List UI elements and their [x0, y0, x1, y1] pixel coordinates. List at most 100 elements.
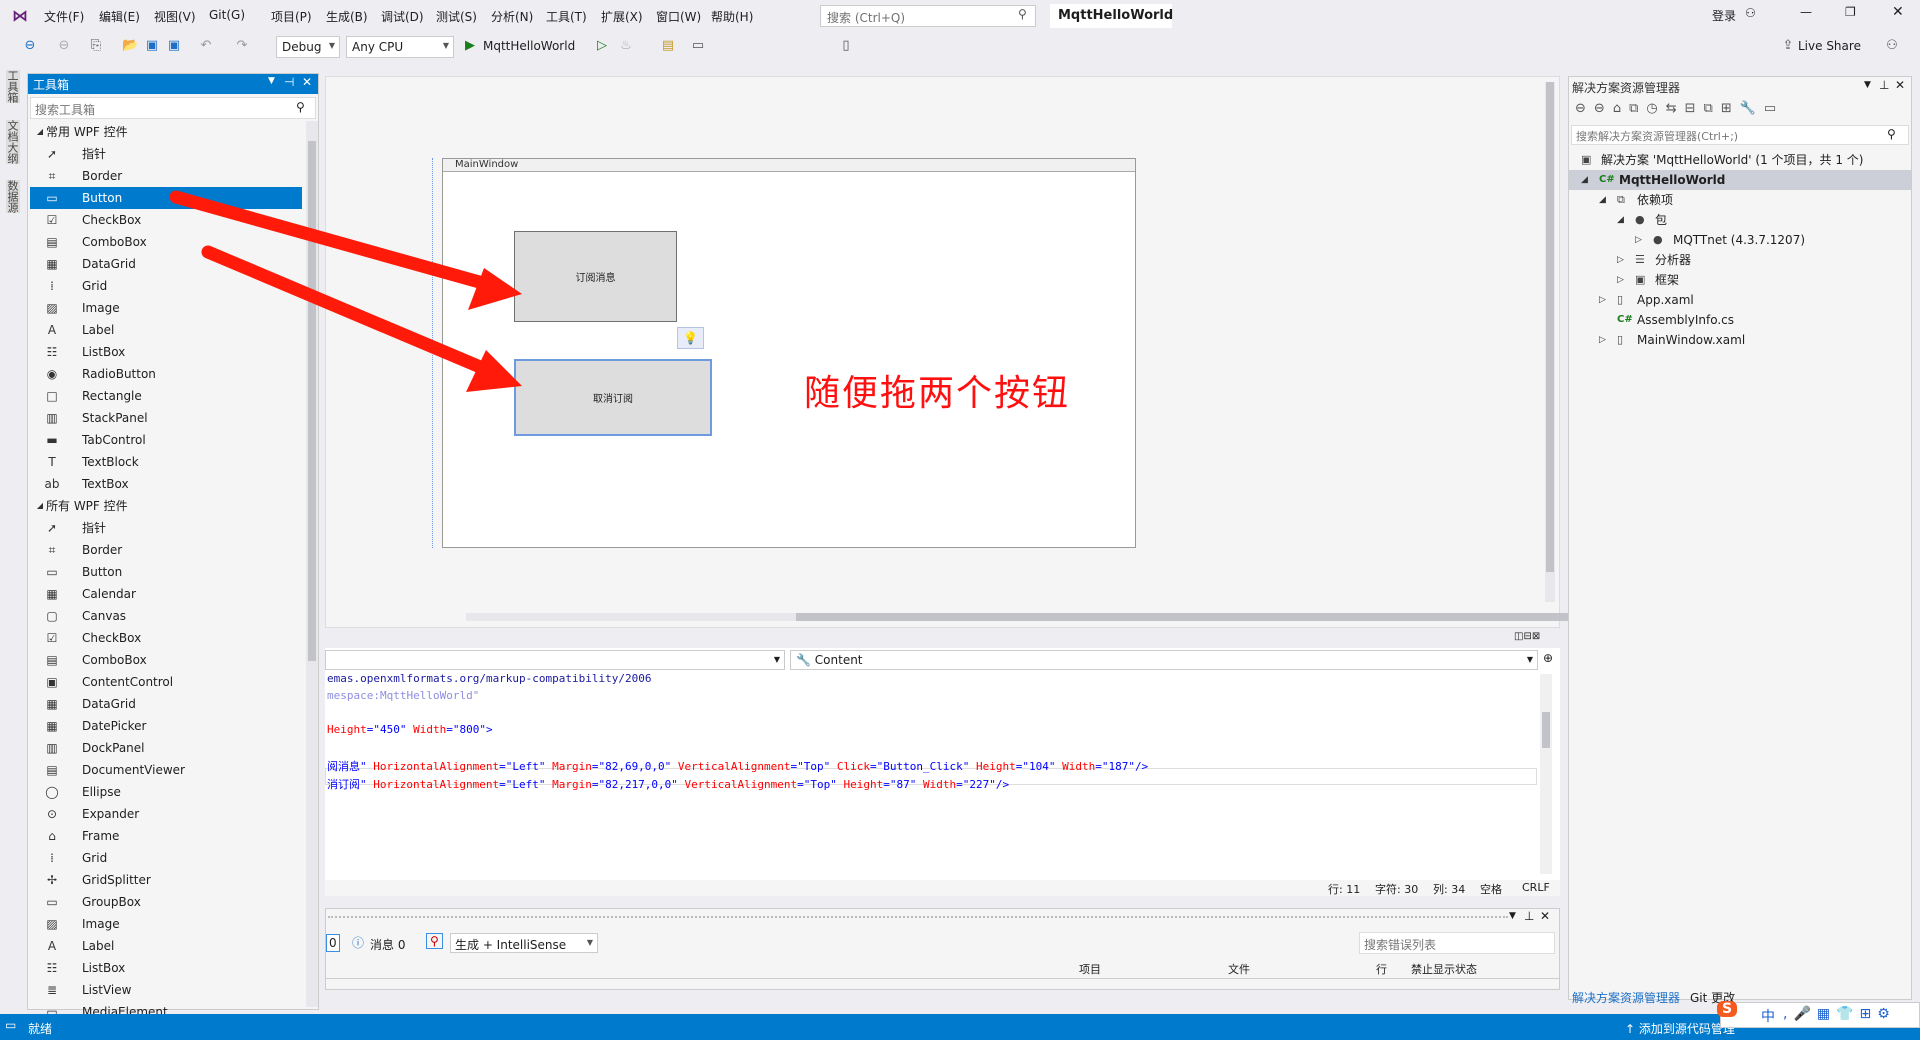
- scrollbar-thumb[interactable]: [796, 613, 1656, 621]
- scrollbar-thumb[interactable]: [1546, 82, 1554, 572]
- run-icon[interactable]: ▶: [462, 38, 478, 54]
- layout-icon[interactable]: ▭: [690, 38, 706, 54]
- toolbox-item-rectangle[interactable]: □ Rectangle: [30, 385, 302, 407]
- toolbox-item-button[interactable]: ▭ Button: [30, 187, 302, 209]
- code-vertical-scrollbar[interactable]: [1540, 674, 1552, 874]
- expand-arrow-icon[interactable]: ▷: [1617, 270, 1624, 290]
- solution-search-input[interactable]: 搜索解决方案资源管理器(Ctrl+;): [1571, 125, 1909, 145]
- menu-item-3[interactable]: Git(G): [209, 8, 245, 22]
- toolbox-item-tabcontrol[interactable]: ▬ TabControl: [30, 429, 302, 451]
- expand-arrow-icon[interactable]: ▷: [1599, 290, 1606, 310]
- code-line[interactable]: 消订阅" HorizontalAlignment="Left" Margin="…: [327, 776, 1009, 792]
- login-link[interactable]: 登录: [1712, 7, 1736, 24]
- split-view-icons[interactable]: ◫⊟⊠: [1514, 631, 1540, 642]
- toolbox-item-documentviewer[interactable]: ▤ DocumentViewer: [30, 759, 302, 781]
- toolbox-search-input[interactable]: 搜索工具箱: [30, 97, 316, 119]
- toolbox-item-label[interactable]: A Label: [30, 319, 302, 341]
- back-icon[interactable]: ⊖: [1575, 101, 1594, 116]
- properties-icon[interactable]: 🔧: [1740, 101, 1764, 116]
- expand-arrow-icon[interactable]: ▷: [1599, 330, 1606, 350]
- tree-item[interactable]: ◢ C# MqttHelloWorld: [1569, 170, 1911, 190]
- toolbox-item-datepicker[interactable]: ▦ DatePicker: [30, 715, 302, 737]
- pending-changes-icon[interactable]: ◷: [1646, 101, 1665, 116]
- tab-document-outline[interactable]: 文档大纲: [6, 120, 20, 164]
- menu-item-11[interactable]: 窗口(W): [656, 8, 701, 25]
- filter-icon[interactable]: ⚲: [426, 933, 443, 949]
- tree-item[interactable]: ▷ ☰ 分析器: [1569, 250, 1911, 270]
- tree-item[interactable]: ▷ ● MQTTnet (4.3.7.1207): [1569, 230, 1911, 250]
- new-project-icon[interactable]: ⎘: [88, 38, 104, 54]
- panel-grip[interactable]: [328, 916, 1508, 918]
- expand-arrow-icon[interactable]: ▷: [1635, 230, 1642, 250]
- feedback-icon[interactable]: ⚇: [1884, 38, 1900, 54]
- toolbox-item-border[interactable]: ⌗ Border: [30, 539, 302, 561]
- toolbox-item-contentcontrol[interactable]: ▣ ContentControl: [30, 671, 302, 693]
- errors-filter[interactable]: 0: [326, 934, 340, 952]
- scrollbar-thumb[interactable]: [308, 141, 316, 661]
- undo-icon[interactable]: ↶: [198, 38, 214, 54]
- menu-item-4[interactable]: 项目(P): [271, 8, 312, 25]
- expand-arrow-icon[interactable]: ◢: [1617, 210, 1624, 230]
- close-icon[interactable]: ✕: [1540, 909, 1550, 923]
- configuration-select[interactable]: Debug ▼: [276, 36, 340, 58]
- dropdown-icon[interactable]: ▼: [1509, 911, 1516, 921]
- menu-item-5[interactable]: 生成(B): [326, 8, 368, 25]
- element-dropdown[interactable]: ▼: [325, 650, 785, 670]
- toolbox-item-textbox[interactable]: ab TextBox: [30, 473, 302, 495]
- code-line[interactable]: mespace:MqttHelloWorld": [327, 689, 479, 702]
- design-window[interactable]: MainWindow 订阅消息 💡 取消订阅 随便拖两个按钮: [442, 158, 1136, 548]
- sync-icon[interactable]: ⇆: [1666, 101, 1685, 116]
- unsubscribe-button[interactable]: 取消订阅: [514, 359, 712, 436]
- error-search-input[interactable]: 搜索错误列表: [1359, 932, 1555, 954]
- platform-select[interactable]: Any CPU ▼: [346, 36, 454, 58]
- toolbox-item-image[interactable]: ▨ Image: [30, 913, 302, 935]
- add-source-control-button[interactable]: ↑ 添加到源代码管理: [1625, 1020, 1735, 1037]
- start-without-debug-icon[interactable]: ▷: [594, 38, 610, 54]
- code-line[interactable]: emas.openxmlformats.org/markup-compatibi…: [327, 672, 652, 685]
- column-line[interactable]: 行: [1376, 961, 1387, 977]
- expand-arrow-icon[interactable]: ◢: [1581, 170, 1588, 190]
- tab-data-sources[interactable]: 数据源: [6, 180, 20, 213]
- toolbox-item-image[interactable]: ▨ Image: [30, 297, 302, 319]
- minimize-button[interactable]: —: [1800, 5, 1812, 19]
- ime-tools-icons[interactable]: ,🎤▦👕⊞⚙: [1783, 1006, 1896, 1022]
- toolbox-item-指针[interactable]: ➚ 指针: [30, 517, 302, 539]
- preview-selected-icon[interactable]: ▭: [1764, 101, 1784, 116]
- notification-icon[interactable]: ▭: [5, 1018, 16, 1032]
- ime-mode[interactable]: 中: [1761, 1006, 1775, 1026]
- close-icon[interactable]: ✕: [1895, 78, 1905, 92]
- restore-button[interactable]: ❐: [1845, 5, 1856, 19]
- tree-item[interactable]: ▷ ▣ 框架: [1569, 270, 1911, 290]
- code-line[interactable]: 阅消息" HorizontalAlignment="Left" Margin="…: [327, 758, 1148, 774]
- scrollbar-thumb[interactable]: [1542, 712, 1550, 748]
- menu-item-6[interactable]: 调试(D): [381, 8, 424, 25]
- toolbox-item-datagrid[interactable]: ▦ DataGrid: [30, 693, 302, 715]
- toolbox-item-checkbox[interactable]: ☑ CheckBox: [30, 209, 302, 231]
- toolbox-item-expander[interactable]: ⊙ Expander: [30, 803, 302, 825]
- tree-item[interactable]: ◢ ● 包: [1569, 210, 1911, 230]
- live-share-icon[interactable]: ⇪: [1780, 38, 1796, 54]
- toolbox-item-指针[interactable]: ➚ 指针: [30, 143, 302, 165]
- indent-mode[interactable]: 空格: [1480, 881, 1502, 897]
- home-icon[interactable]: ⌂: [1613, 101, 1629, 116]
- toolbox-item-radiobutton[interactable]: ◉ RadioButton: [30, 363, 302, 385]
- save-icon[interactable]: ▣: [144, 38, 160, 54]
- toolbox-item-button[interactable]: ▭ Button: [30, 561, 302, 583]
- menu-item-9[interactable]: 工具(T): [546, 8, 587, 25]
- toolbox-item-listview[interactable]: ≣ ListView: [30, 979, 302, 1001]
- tree-item[interactable]: ▣ 解决方案 'MqttHelloWorld' (1 个项目，共 1 个): [1569, 150, 1911, 170]
- solution-folder-icon[interactable]: ▤: [660, 38, 676, 54]
- tree-item[interactable]: C# AssemblyInfo.cs: [1569, 310, 1911, 330]
- menu-item-2[interactable]: 视图(V): [154, 8, 196, 25]
- toolbox-item-frame[interactable]: ⌂ Frame: [30, 825, 302, 847]
- toolbox-item-dockpanel[interactable]: ▥ DockPanel: [30, 737, 302, 759]
- property-dropdown[interactable]: 🔧 Content ▼: [790, 650, 1538, 670]
- live-share-button[interactable]: Live Share: [1798, 39, 1861, 53]
- toolbox-item-label[interactable]: A Label: [30, 935, 302, 957]
- toolbox-item-border[interactable]: ⌗ Border: [30, 165, 302, 187]
- toolbox-item-stackpanel[interactable]: ▥ StackPanel: [30, 407, 302, 429]
- menu-item-7[interactable]: 测试(S): [436, 8, 477, 25]
- toolbox-item-listbox[interactable]: ☷ ListBox: [30, 957, 302, 979]
- toolbox-item-ellipse[interactable]: ◯ Ellipse: [30, 781, 302, 803]
- designer-horizontal-scrollbar[interactable]: [466, 613, 1656, 621]
